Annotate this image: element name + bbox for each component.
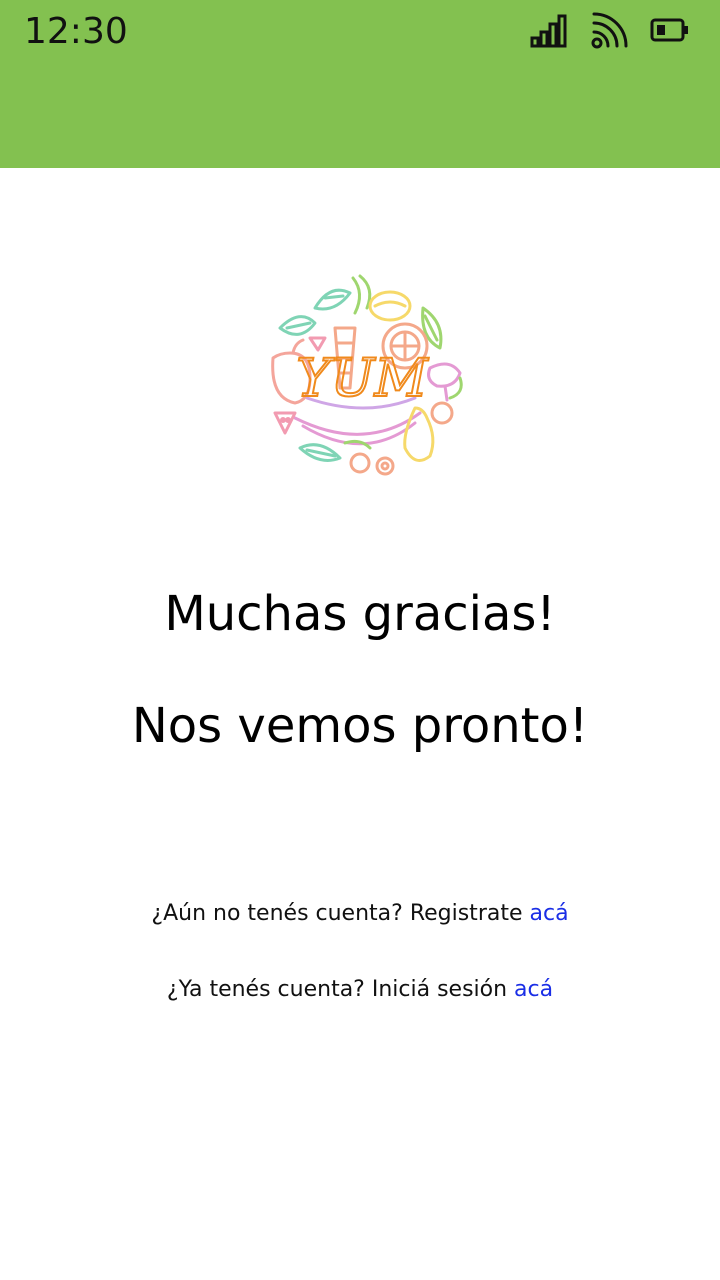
screen: 12:30 YUM Muchas gracias! Nos vemos pron… [0, 0, 720, 1280]
login-link[interactable]: acá [514, 977, 553, 1002]
see-you-heading: Nos vemos pronto! [131, 698, 589, 754]
signal-icon [530, 14, 567, 48]
login-prompt-text: ¿Ya tenés cuenta? Iniciá sesión [166, 977, 508, 1002]
register-link[interactable]: acá [530, 901, 569, 926]
register-prompt-text: ¿Aún no tenés cuenta? Registrate [151, 901, 523, 926]
thanks-heading: Muchas gracias! [164, 586, 556, 642]
battery-icon [650, 18, 688, 42]
status-icons [530, 10, 690, 50]
logo-text: YUM [296, 349, 429, 409]
login-prompt: ¿Ya tenés cuenta? Iniciá sesión acá [0, 975, 720, 1005]
status-time: 12:30 [24, 11, 128, 52]
register-prompt: ¿Aún no tenés cuenta? Registrate acá [0, 899, 720, 929]
app-bar: 12:30 [0, 0, 720, 168]
wifi-icon [591, 12, 628, 49]
yum-logo: YUM [271, 274, 463, 476]
